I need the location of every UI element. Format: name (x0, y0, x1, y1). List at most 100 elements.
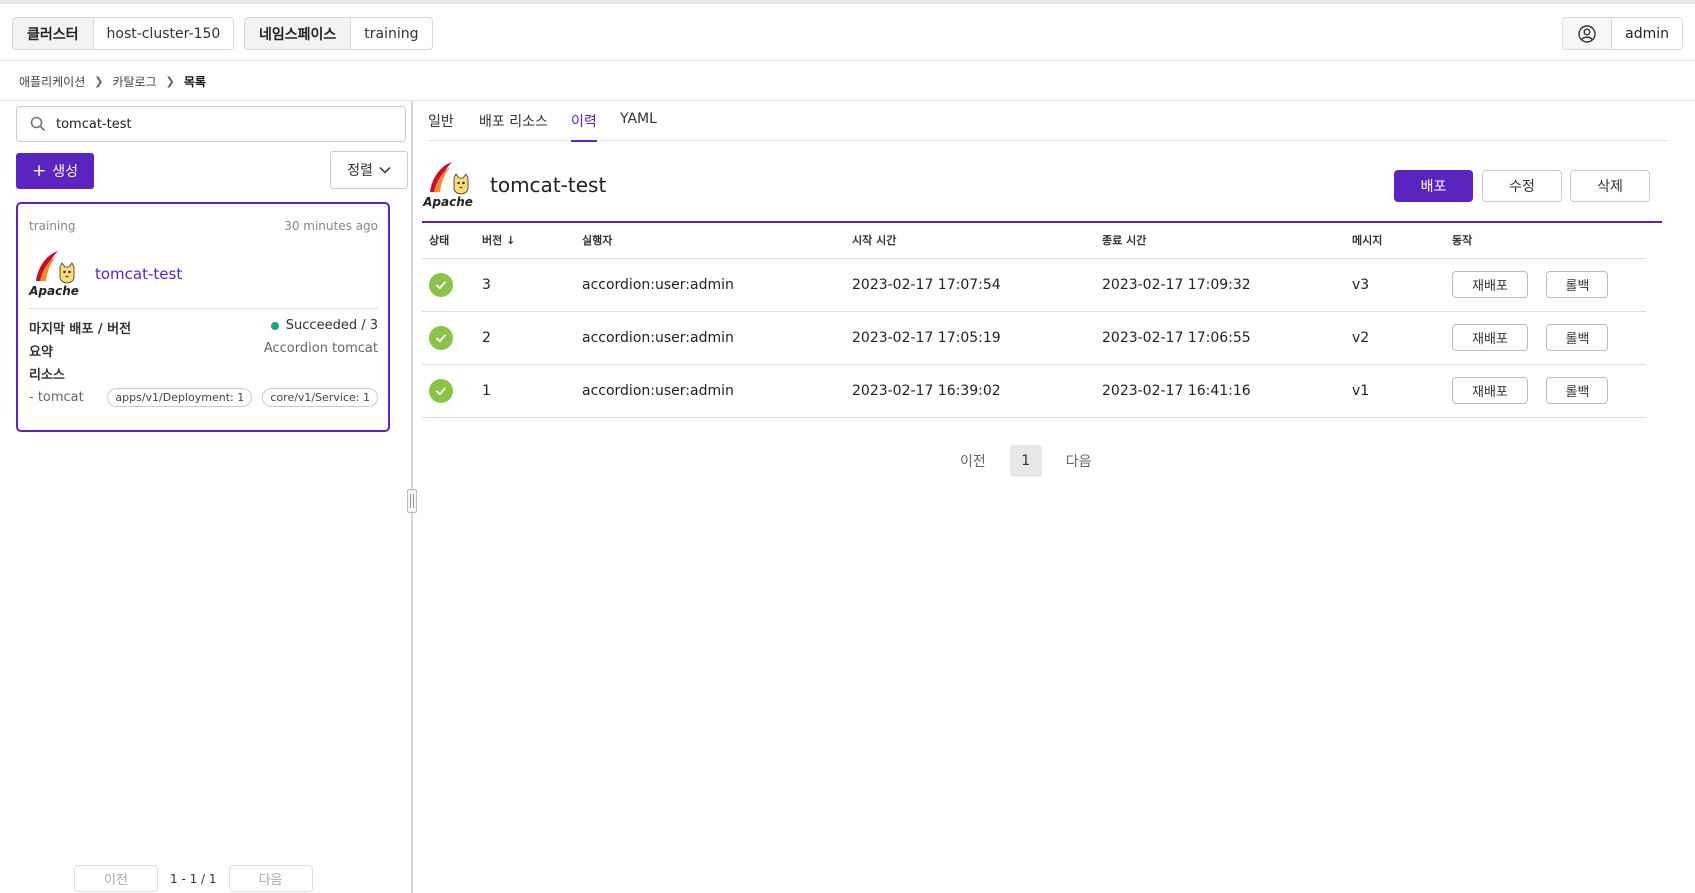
row-version: 3 (482, 258, 582, 312)
card-last-deploy-row: 마지막 배포 / 버전 Succeeded / 3 (29, 318, 378, 337)
card-time-ago: 30 minutes ago (284, 219, 378, 233)
card-summary-row: 요약 Accordion tomcat (29, 341, 378, 360)
row-version: 1 (482, 364, 582, 418)
row-end-time: 2023-02-17 16:41:16 (1102, 364, 1352, 418)
resize-handle[interactable] (407, 489, 417, 513)
last-deploy-label: 마지막 배포 / 버전 (29, 322, 132, 337)
tab-yaml[interactable]: YAML (620, 111, 657, 136)
plus-icon: + (31, 161, 47, 181)
deploy-button[interactable]: 배포 (1394, 170, 1473, 202)
resource-name: - tomcat (29, 390, 84, 405)
rollback-button[interactable]: 롤백 (1546, 324, 1609, 351)
redeploy-button[interactable]: 재배포 (1452, 324, 1528, 351)
tab-general[interactable]: 일반 (428, 111, 454, 140)
create-button[interactable]: + 생성 (16, 153, 94, 189)
row-start-time: 2023-02-17 17:05:19 (852, 311, 1102, 365)
namespace-selector[interactable]: 네임스페이스 training (244, 17, 433, 50)
catalog-list-panel: + 생성 정렬 training 30 minutes ago Apache (0, 101, 411, 893)
detail-title: tomcat-test (490, 173, 607, 197)
chevron-right-icon: ❯ (165, 75, 175, 88)
resources-label: 리소스 (29, 368, 65, 383)
breadcrumb-catalog[interactable]: 카탈로그 (112, 73, 156, 90)
col-status: 상태 (422, 223, 482, 259)
rollback-button[interactable]: 롤백 (1546, 377, 1609, 404)
breadcrumb: 애플리케이션 ❯ 카탈로그 ❯ 목록 (19, 73, 206, 90)
redeploy-button[interactable]: 재배포 (1452, 271, 1528, 298)
next-page-button[interactable]: 다음 (1066, 451, 1092, 471)
prev-page-button[interactable]: 이전 (960, 451, 986, 471)
breadcrumb-applications[interactable]: 애플리케이션 (19, 73, 85, 90)
table-row: 2 accordion:user:admin 2023-02-17 17:05:… (422, 311, 1646, 365)
sort-label: 정렬 (347, 163, 373, 179)
last-deploy-value: Succeeded / 3 (285, 318, 378, 333)
col-action: 동작 (1452, 223, 1646, 259)
resource-tag: apps/v1/Deployment: 1 (107, 388, 253, 407)
tab-history[interactable]: 이력 (571, 111, 597, 142)
tab-deploy-resources[interactable]: 배포 리소스 (479, 111, 548, 140)
user-name: admin (1625, 25, 1669, 42)
summary-label: 요약 (29, 345, 53, 360)
card-divider (28, 308, 378, 309)
search-box[interactable] (16, 106, 406, 142)
search-input[interactable] (56, 116, 356, 132)
top-bar: 클러스터 host-cluster-150 네임스페이스 training ad… (0, 0, 1695, 61)
delete-button[interactable]: 삭제 (1570, 170, 1650, 202)
table-row: 1 accordion:user:admin 2023-02-17 16:39:… (422, 364, 1646, 418)
catalog-card[interactable]: training 30 minutes ago Apache tomcat-te… (16, 202, 390, 432)
detail-tabs: 일반 배포 리소스 이력 YAML (428, 101, 1668, 142)
cluster-value: host-cluster-150 (106, 25, 221, 42)
detail-logo-text: Apache (422, 195, 473, 209)
summary-value: Accordion tomcat (263, 341, 378, 356)
history-table: 상태 버전 ↓ 실행자 시작 시간 종료 시간 메시지 동작 3 accordi… (422, 223, 1646, 418)
row-version: 2 (482, 311, 582, 365)
col-start-time: 시작 시간 (852, 223, 1102, 259)
col-message: 메시지 (1352, 223, 1452, 259)
status-dot-icon (270, 321, 279, 330)
row-end-time: 2023-02-17 17:06:55 (1102, 311, 1352, 365)
apache-tomcat-logo: Apache (422, 158, 474, 210)
namespace-value: training (364, 25, 419, 42)
row-executor: accordion:user:admin (582, 364, 852, 418)
col-end-time: 종료 시간 (1102, 223, 1352, 259)
search-icon (30, 116, 46, 132)
apache-tomcat-logo: Apache (28, 247, 80, 299)
page-number-button[interactable]: 1 (1009, 445, 1042, 477)
create-label: 생성 (52, 164, 78, 180)
edit-button[interactable]: 수정 (1482, 170, 1562, 202)
col-version[interactable]: 버전 ↓ (482, 223, 582, 259)
arrow-down-icon: ↓ (506, 234, 516, 248)
history-pagination: 이전 1 다음 (960, 445, 1092, 477)
row-start-time: 2023-02-17 16:39:02 (852, 364, 1102, 418)
card-logo-text: Apache (28, 284, 79, 298)
row-executor: accordion:user:admin (582, 258, 852, 312)
cluster-selector[interactable]: 클러스터 host-cluster-150 (12, 17, 235, 50)
success-check-icon (429, 272, 453, 297)
sort-button[interactable]: 정렬 (330, 151, 408, 189)
card-resources-row: 리소스 (29, 364, 378, 383)
card-resource-item: - tomcat apps/v1/Deployment: 1 core/v1/S… (29, 388, 378, 407)
list-page-info: 1 - 1 / 1 (170, 871, 217, 886)
user-icon (1563, 18, 1613, 49)
card-title[interactable]: tomcat-test (95, 265, 182, 283)
row-message: v2 (1352, 311, 1452, 365)
list-pagination: 이전 1 - 1 / 1 다음 (74, 865, 313, 892)
breadcrumb-list: 목록 (183, 75, 206, 89)
list-prev-button[interactable]: 이전 (74, 865, 158, 892)
rollback-button[interactable]: 롤백 (1546, 271, 1609, 298)
cluster-label: 클러스터 (13, 18, 94, 49)
list-next-button[interactable]: 다음 (228, 865, 313, 892)
history-header-row: 상태 버전 ↓ 실행자 시작 시간 종료 시간 메시지 동작 (422, 223, 1646, 259)
col-executor: 실행자 (582, 223, 852, 259)
row-message: v1 (1352, 364, 1452, 418)
resource-tag: core/v1/Service: 1 (262, 388, 378, 407)
success-check-icon (429, 378, 453, 403)
row-executor: accordion:user:admin (582, 311, 852, 365)
chevron-down-icon (379, 162, 391, 178)
user-menu[interactable]: admin (1562, 17, 1683, 50)
row-end-time: 2023-02-17 17:09:32 (1102, 258, 1352, 312)
success-check-icon (429, 325, 453, 350)
card-namespace: training (29, 219, 76, 233)
chevron-right-icon: ❯ (94, 75, 104, 88)
namespace-label: 네임스페이스 (245, 18, 352, 49)
redeploy-button[interactable]: 재배포 (1452, 377, 1528, 404)
